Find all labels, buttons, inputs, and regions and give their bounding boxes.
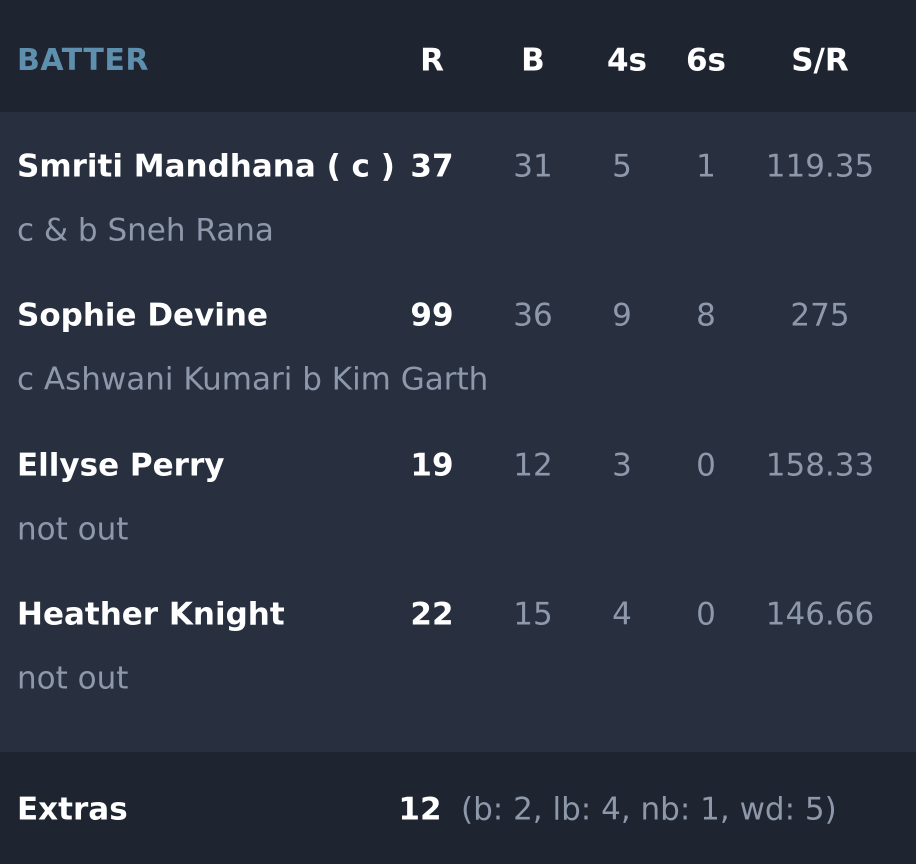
extras-total: 12 [398, 791, 442, 828]
batter-balls: 12 [513, 447, 553, 484]
batter-fours: 5 [612, 148, 632, 185]
scorecard-header: BATTER R B 4s 6s S/R [0, 0, 916, 112]
batter-balls: 15 [513, 596, 553, 633]
batter-fours: 9 [612, 297, 632, 334]
batting-scorecard: BATTER R B 4s 6s S/R Smriti Mandhana ( c… [0, 0, 916, 864]
header-balls-label: B [521, 42, 545, 79]
batter-dismissal: not out [17, 660, 129, 697]
header-runs-label: R [420, 42, 444, 79]
batter-fours: 4 [612, 596, 632, 633]
batter-strike-rate: 275 [790, 297, 850, 334]
extras-detail: (b: 2, lb: 4, nb: 1, wd: 5) [461, 791, 837, 828]
batter-name[interactable]: Heather Knight [17, 599, 285, 631]
batter-strike-rate: 158.33 [765, 447, 875, 484]
header-batter-label: BATTER [17, 43, 149, 78]
batter-name[interactable]: Smriti Mandhana ( c ) [17, 151, 395, 183]
batter-dismissal: not out [17, 511, 129, 548]
header-sixes-label: 6s [685, 42, 727, 79]
batter-strike-rate: 119.35 [765, 148, 875, 185]
batter-runs: 22 [410, 596, 454, 633]
batter-sixes: 8 [696, 297, 716, 334]
batter-runs: 37 [410, 148, 454, 185]
batter-dismissal: c & b Sneh Rana [17, 212, 274, 249]
batter-sixes: 1 [696, 148, 716, 185]
header-fours-label: 4s [606, 42, 648, 79]
batter-fours: 3 [612, 447, 632, 484]
header-strike-rate-label: S/R [791, 42, 849, 79]
batter-runs: 19 [410, 447, 454, 484]
batter-balls: 31 [513, 148, 553, 185]
extras-label: Extras [17, 791, 128, 828]
batter-balls: 36 [513, 297, 553, 334]
batter-strike-rate: 146.66 [765, 596, 875, 633]
batter-name[interactable]: Ellyse Perry [17, 450, 224, 482]
batter-name[interactable]: Sophie Devine [17, 300, 268, 332]
batter-runs: 99 [410, 297, 454, 334]
extras-row: Extras 12 (b: 2, lb: 4, nb: 1, wd: 5) [0, 752, 916, 864]
batter-dismissal: c Ashwani Kumari b Kim Garth [17, 361, 489, 398]
batters-list: Smriti Mandhana ( c ) 37 31 5 1 119.35 c… [0, 112, 916, 752]
batter-sixes: 0 [696, 596, 716, 633]
batter-sixes: 0 [696, 447, 716, 484]
